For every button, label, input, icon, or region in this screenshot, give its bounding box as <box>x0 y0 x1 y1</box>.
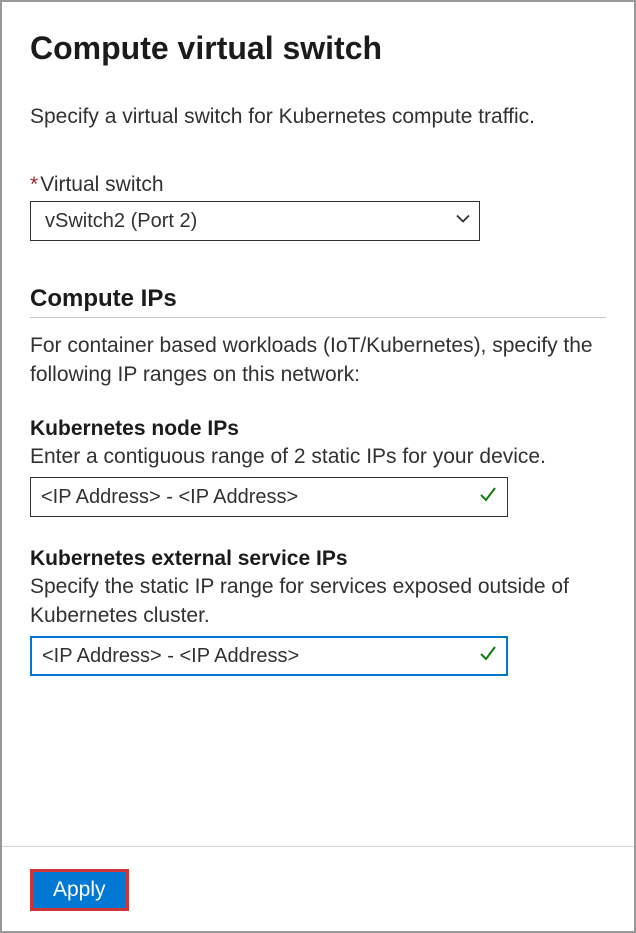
node-ips-label: Kubernetes node IPs <box>30 417 606 441</box>
node-ips-input[interactable] <box>30 477 508 517</box>
virtual-switch-select-wrap: vSwitch2 (Port 2) <box>30 201 480 241</box>
node-ips-description: Enter a contiguous range of 2 static IPs… <box>30 443 606 471</box>
service-ips-label: Kubernetes external service IPs <box>30 547 606 571</box>
footer: Apply <box>2 846 634 911</box>
virtual-switch-label-row: *Virtual switch <box>30 173 606 197</box>
page-description: Specify a virtual switch for Kubernetes … <box>30 103 606 131</box>
apply-button[interactable]: Apply <box>30 869 129 911</box>
required-star-icon: * <box>30 173 38 196</box>
page-title: Compute virtual switch <box>30 30 606 67</box>
compute-ips-description: For container based workloads (IoT/Kuber… <box>30 332 606 389</box>
virtual-switch-label: Virtual switch <box>40 173 163 196</box>
service-ips-input-wrap <box>30 636 508 676</box>
compute-ips-heading: Compute IPs <box>30 285 606 318</box>
node-ips-input-wrap <box>30 477 508 517</box>
virtual-switch-select[interactable]: vSwitch2 (Port 2) <box>30 201 480 241</box>
service-ips-description: Specify the static IP range for services… <box>30 573 606 630</box>
service-ips-input[interactable] <box>30 636 508 676</box>
